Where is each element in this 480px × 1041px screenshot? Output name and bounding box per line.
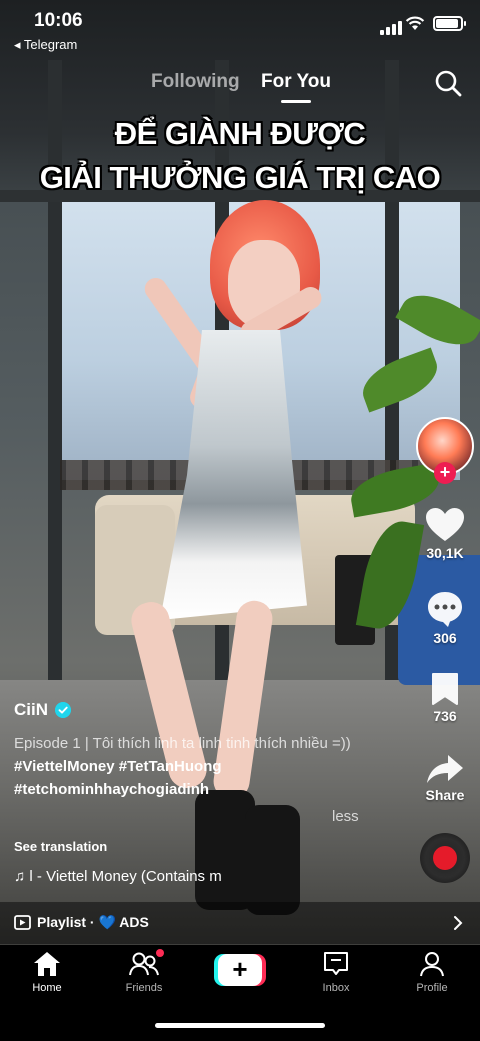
status-time: 10:06 xyxy=(34,10,83,31)
hashtag-line[interactable]: #ViettelMoney #TetTanHuong xyxy=(14,758,222,775)
caption-line: GIẢI THƯỞNG GIÁ TRỊ CAO xyxy=(39,160,441,195)
creator-username[interactable]: CiiN xyxy=(14,700,48,720)
description-text: Episode 1 | Tôi thích linh ta linh tinh … xyxy=(14,735,351,752)
music-ticker[interactable]: ♫ l - Viettel Money (Contains m xyxy=(14,868,254,885)
heart-icon xyxy=(426,508,464,541)
share-label: Share xyxy=(425,787,465,803)
search-icon[interactable] xyxy=(434,69,462,97)
profile-icon xyxy=(420,952,444,977)
chevron-right-icon xyxy=(454,916,463,930)
sound-thumbnail-icon xyxy=(433,846,457,870)
inbox-icon xyxy=(324,952,348,975)
battery-icon xyxy=(433,16,466,31)
nav-label: Profile xyxy=(416,982,448,994)
home-icon xyxy=(34,952,60,976)
bookmark-icon xyxy=(432,673,458,705)
follow-plus-icon[interactable]: + xyxy=(434,462,456,484)
playlist-bar[interactable]: Playlist · 💙 ADS xyxy=(0,902,480,944)
nav-friends[interactable]: Friends xyxy=(104,951,184,994)
battery-level xyxy=(436,19,458,28)
like-count: 30,1K xyxy=(426,545,464,561)
like-button[interactable]: 30,1K xyxy=(415,507,475,561)
nav-inbox[interactable]: Inbox xyxy=(296,951,376,994)
comment-icon xyxy=(428,592,462,627)
create-button[interactable]: + xyxy=(214,954,266,986)
notification-dot xyxy=(156,949,164,957)
nav-label: Inbox xyxy=(322,982,350,994)
nav-label: Friends xyxy=(125,982,163,994)
nav-profile[interactable]: Profile xyxy=(392,951,472,994)
comment-button[interactable]: 306 xyxy=(415,590,475,646)
bookmark-button[interactable]: 736 xyxy=(415,672,475,724)
share-arrow-icon xyxy=(427,755,463,783)
bookmark-count: 736 xyxy=(433,708,457,724)
wifi-icon xyxy=(405,16,425,30)
caption-line: ĐỂ GIÀNH ĐƯỢC xyxy=(114,116,366,151)
friends-icon xyxy=(129,952,159,976)
verified-badge-icon xyxy=(55,702,71,718)
share-button[interactable]: Share xyxy=(415,753,475,803)
hashtag-line[interactable]: #tetchominhhaychogiadinh xyxy=(14,781,209,798)
playlist-icon xyxy=(14,915,31,930)
tab-for-you[interactable]: For You xyxy=(261,71,331,93)
see-translation-link[interactable]: See translation xyxy=(14,839,107,854)
home-indicator[interactable] xyxy=(155,1023,325,1028)
playlist-label: Playlist · 💙 ADS xyxy=(37,914,149,930)
active-tab-indicator xyxy=(281,100,311,103)
status-bar: 10:06 ◂ Telegram xyxy=(0,0,480,56)
less-toggle[interactable]: less xyxy=(332,808,359,825)
cellular-signal-icon xyxy=(380,17,404,35)
post-description: Episode 1 | Tôi thích linh ta linh tinh … xyxy=(14,732,354,801)
back-to-app-link[interactable]: ◂ Telegram xyxy=(14,37,77,53)
nav-home[interactable]: Home xyxy=(7,951,87,994)
comment-count: 306 xyxy=(433,630,457,646)
tab-following[interactable]: Following xyxy=(151,71,240,93)
nav-label: Home xyxy=(32,982,62,994)
video-caption-overlay: ĐỂ GIÀNH ĐƯỢC GIẢI THƯỞNG GIÁ TRỊ CAO xyxy=(0,112,480,200)
plus-icon: + xyxy=(218,954,262,986)
music-disc[interactable] xyxy=(420,833,470,883)
dancer-boot xyxy=(245,805,300,915)
